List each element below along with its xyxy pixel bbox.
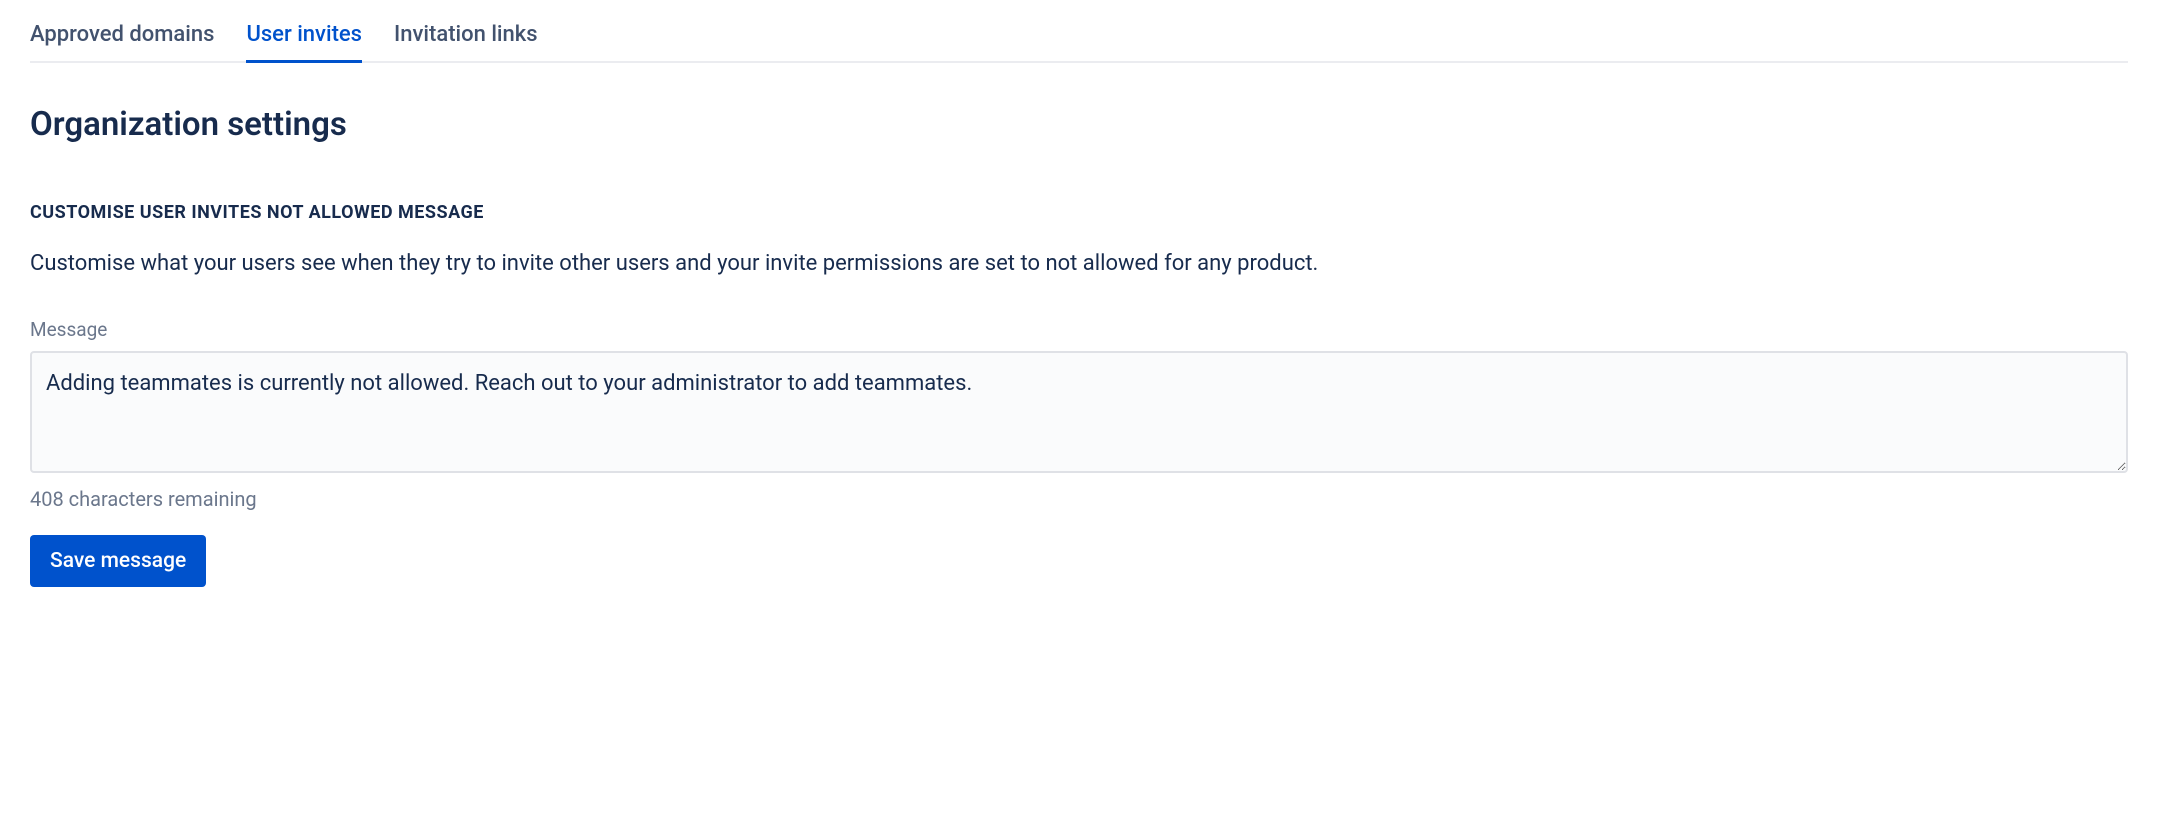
save-message-button[interactable]: Save message — [30, 535, 206, 587]
page-title: Organization settings — [30, 105, 2128, 144]
tab-user-invites[interactable]: User invites — [246, 12, 362, 61]
tab-invitation-links[interactable]: Invitation links — [394, 12, 538, 61]
message-textarea[interactable] — [30, 351, 2128, 473]
tab-approved-domains[interactable]: Approved domains — [30, 12, 214, 61]
section-header: CUSTOMISE USER INVITES NOT ALLOWED MESSA… — [30, 202, 2128, 223]
characters-remaining: 408 characters remaining — [30, 487, 2128, 511]
tabs-container: Approved domains User invites Invitation… — [30, 0, 2128, 63]
message-label: Message — [30, 318, 2128, 341]
section-description: Customise what your users see when they … — [30, 247, 2128, 280]
